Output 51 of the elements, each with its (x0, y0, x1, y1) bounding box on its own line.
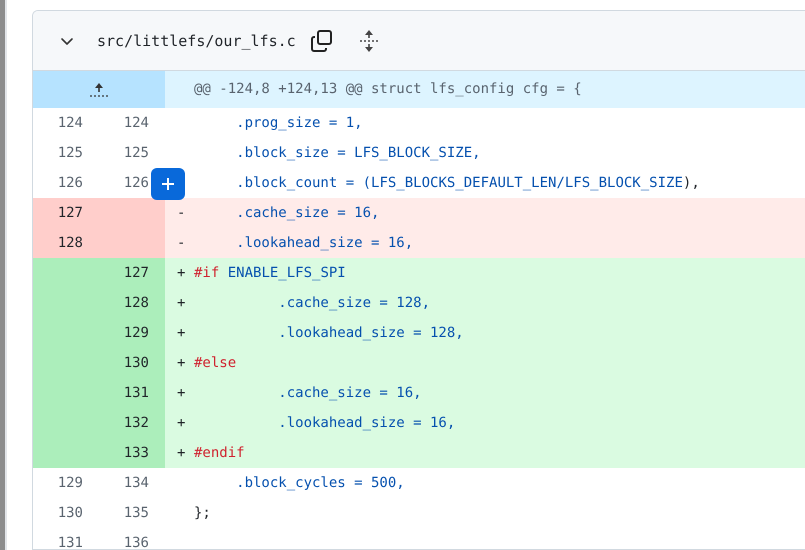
line-number: 124 (122, 114, 150, 133)
code-line: .block_count = (LFS_BLOCKS_DEFAULT_LEN/LFS_BLOCK_SIZE), (235, 174, 700, 193)
line-number: 127 (33, 198, 99, 228)
diff-marker: + (177, 294, 186, 313)
code-line: .lookahead_size = 16, (235, 234, 414, 253)
line-number: 134 (122, 474, 150, 493)
code-line: .cache_size = 128, (277, 294, 430, 313)
line-number: 136 (122, 534, 150, 549)
line-number: 129 (56, 474, 84, 493)
line-number: 126 (56, 174, 84, 193)
diff-marker: + (177, 444, 186, 463)
line-number: 131 (56, 534, 84, 549)
plus-icon (160, 176, 176, 192)
code-line: .lookahead_size = 16, (277, 414, 456, 433)
line-number: 126 (122, 174, 150, 193)
line-number: 125 (122, 144, 150, 163)
unfold-icon (358, 28, 380, 52)
diff-marker: + (177, 414, 186, 433)
diff-marker: + (177, 384, 186, 403)
copy-icon (310, 28, 334, 52)
line-number: 129 (99, 318, 165, 348)
file-path: src/littlefs/our_lfs.c (97, 32, 296, 50)
hunk-header: @@ -124,8 +124,13 @@ struct lfs_config cfg = { (165, 71, 805, 108)
code-line: .block_cycles = 500, (235, 474, 405, 493)
code-line: .prog_size = 1, (235, 114, 363, 133)
diff-marker: + (177, 354, 186, 373)
line-number: 135 (122, 504, 150, 523)
expand-up-icon (87, 82, 111, 98)
code-line: .block_size = LFS_BLOCK_SIZE, (235, 144, 481, 163)
diff-marker: - (177, 204, 186, 223)
line-number: 130 (56, 504, 84, 523)
code-line: #endif (194, 444, 245, 463)
line-number: 128 (33, 228, 99, 258)
diff-marker: + (177, 264, 186, 283)
line-number: 128 (99, 288, 165, 318)
code-line: .cache_size = 16, (235, 204, 380, 223)
code-line: #else (194, 354, 236, 373)
code-line: #if ENABLE_LFS_SPI (194, 264, 346, 283)
line-number: 132 (99, 408, 165, 438)
code-line: }; (194, 504, 211, 523)
diff-marker: - (177, 234, 186, 253)
line-number: 131 (99, 378, 165, 408)
line-number: 127 (99, 258, 165, 288)
add-comment-button[interactable] (151, 168, 185, 200)
code-line: .cache_size = 16, (277, 384, 422, 403)
line-number: 130 (99, 348, 165, 378)
diff-marker: + (177, 324, 186, 343)
line-number: 133 (99, 438, 165, 468)
line-number: 125 (56, 144, 84, 163)
code-line: .lookahead_size = 128, (277, 324, 464, 343)
line-number: 124 (56, 114, 84, 133)
